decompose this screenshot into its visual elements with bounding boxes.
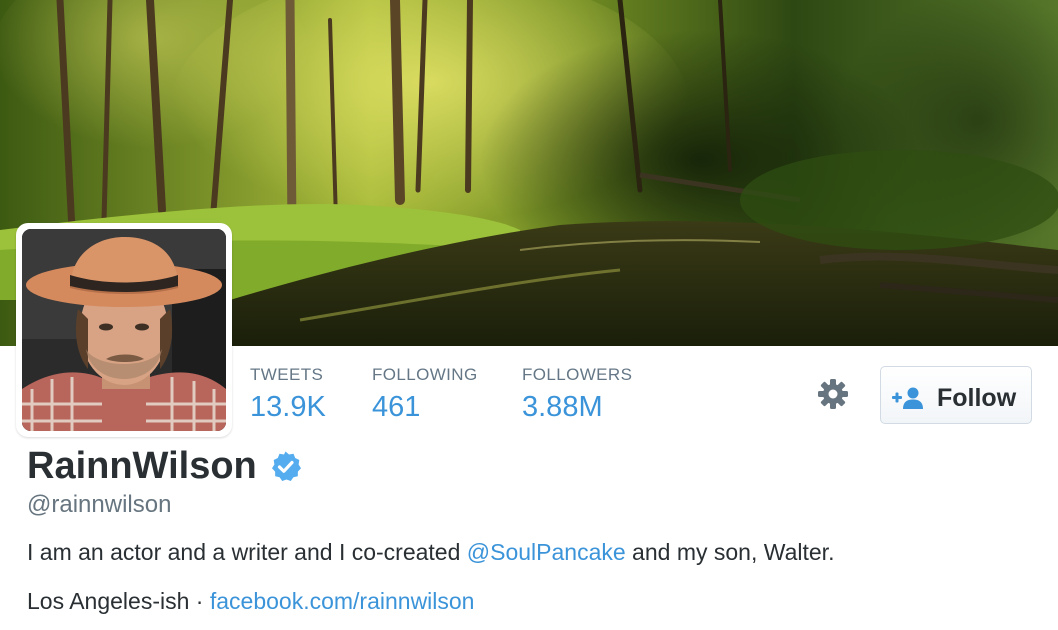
settings-button[interactable]	[812, 374, 854, 414]
profile-location: Los Angeles-ish	[27, 588, 190, 614]
avatar-photo	[22, 229, 226, 431]
tweets-label: TWEETS	[250, 365, 324, 384]
follow-label: Follow	[937, 384, 1017, 412]
profile-full-name[interactable]: RainnWilson	[27, 444, 257, 488]
following-stat[interactable]: FOLLOWING 461	[372, 364, 478, 425]
profile-bio: I am an actor and a writer and I co-crea…	[27, 537, 834, 567]
followers-count: 3.88M	[522, 391, 603, 423]
bio-text-start: I am an actor and a writer and I co-crea…	[27, 539, 467, 565]
bio-text-end: and my son, Walter.	[625, 539, 835, 565]
bio-mention-link[interactable]: @SoulPancake	[467, 539, 626, 565]
meta-separator: ·	[189, 588, 210, 614]
verified-badge-icon	[272, 451, 301, 481]
follow-button[interactable]: Follow	[880, 366, 1032, 424]
tweets-stat[interactable]: TWEETS 13.9K	[250, 364, 326, 425]
avatar[interactable]	[16, 223, 232, 437]
following-label: FOLLOWING	[372, 365, 478, 384]
gear-icon	[818, 379, 848, 409]
profile-meta: Los Angeles-ish · facebook.com/rainnwils…	[27, 586, 474, 616]
followers-label: FOLLOWERS	[522, 365, 633, 384]
profile-website-link[interactable]: facebook.com/rainnwilson	[210, 588, 475, 614]
following-count: 461	[372, 391, 421, 423]
add-user-icon	[892, 387, 923, 409]
followers-stat[interactable]: FOLLOWERS 3.88M	[522, 364, 632, 425]
tweets-count: 13.9K	[250, 391, 326, 423]
profile-screen-name[interactable]: @rainnwilson	[27, 490, 171, 520]
